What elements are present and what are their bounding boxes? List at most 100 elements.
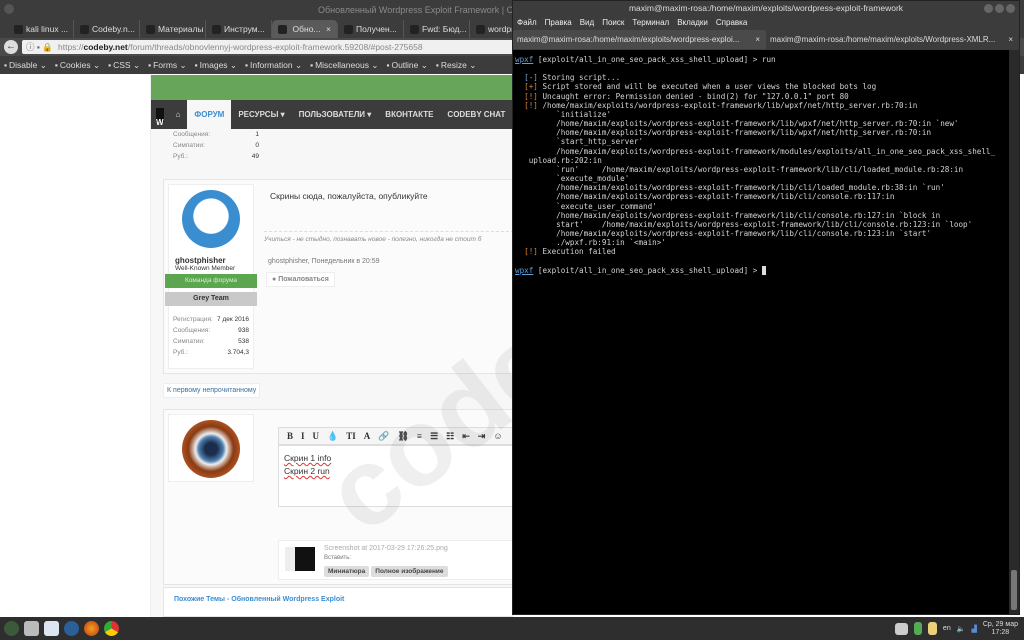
output-line: `initialize' bbox=[515, 110, 1009, 119]
nav-users[interactable]: ПОЛЬЗОВАТЕЛИ ▾ bbox=[292, 100, 379, 129]
signal-icon[interactable]: ▟ bbox=[971, 625, 976, 633]
browser-tab[interactable]: Fwd: Бюд... bbox=[404, 20, 470, 38]
toolbar-menu-css[interactable]: ▪ CSS ⌄ bbox=[108, 60, 140, 71]
terminal-tab[interactable]: maxim@maxim-rosa:/home/maxim/exploits/Wo… bbox=[766, 30, 1019, 49]
output-line: [-] Storing script... bbox=[515, 73, 1009, 82]
similar-threads-title[interactable]: Похожие Темы - Обновленный Wordpress Exp… bbox=[174, 596, 344, 603]
terminal-menu-item[interactable]: Вид bbox=[580, 16, 594, 30]
stat-value: 3.704,3 bbox=[227, 349, 249, 356]
document-icon[interactable] bbox=[44, 621, 59, 636]
nav-resources[interactable]: РЕСУРСЫ ▾ bbox=[231, 100, 291, 129]
output-line: upload.rb:202:in bbox=[515, 156, 1009, 165]
editor-tool-button[interactable]: ☷ bbox=[446, 431, 454, 442]
file-manager-icon[interactable] bbox=[24, 621, 39, 636]
browser-tab[interactable]: Codeby.n... bbox=[74, 20, 140, 38]
toolbar-menu-cookies[interactable]: ▪ Cookies ⌄ bbox=[55, 60, 100, 71]
toolbar-menu-outline[interactable]: ▪ Outline ⌄ bbox=[386, 60, 427, 71]
volume-icon[interactable]: 🔈 bbox=[957, 625, 966, 633]
editor-tool-button[interactable]: ⛓ bbox=[397, 431, 408, 442]
line-text: Script stored and will be executed when … bbox=[537, 82, 877, 92]
maximize-icon[interactable] bbox=[995, 4, 1004, 13]
clock[interactable]: Ср, 29 мар 17:28 bbox=[983, 621, 1018, 637]
minimize-icon[interactable] bbox=[984, 4, 993, 13]
site-logo[interactable]: W bbox=[156, 107, 164, 127]
editor-tool-button[interactable]: 🔗 bbox=[378, 431, 389, 442]
close-tab-icon[interactable]: × bbox=[755, 30, 760, 49]
editor-tool-button[interactable]: B bbox=[287, 431, 293, 441]
editor-tool-button[interactable]: ☰ bbox=[430, 431, 438, 442]
line-text: /home/maxim/exploits/wordpress-exploit-f… bbox=[528, 128, 932, 138]
tab-label: Материалы ... bbox=[158, 24, 205, 34]
window-menu-icon[interactable] bbox=[4, 4, 14, 14]
browser-tab[interactable]: Получен... bbox=[338, 20, 404, 38]
browser-tab[interactable]: Инструм... bbox=[206, 20, 272, 38]
toolbar-menu-disable[interactable]: ▪ Disable ⌄ bbox=[4, 60, 47, 71]
terminal-menu-item[interactable]: Вкладки bbox=[677, 16, 708, 30]
keyboard-icon[interactable] bbox=[894, 622, 908, 635]
report-button[interactable]: ● Пожаловаться bbox=[266, 272, 335, 287]
editor-tool-button[interactable]: I bbox=[301, 431, 305, 441]
editor-tool-button[interactable]: ⇥ bbox=[478, 431, 486, 442]
date: Ср, 29 мар bbox=[982, 620, 1018, 628]
toolbar-item-icon: ▪ bbox=[148, 59, 152, 70]
terminal-menu-item[interactable]: Поиск bbox=[602, 16, 624, 30]
output-line: [!] Execution failed bbox=[515, 247, 1009, 256]
browser-tab[interactable]: kali linux ... bbox=[8, 20, 74, 38]
attachment-thumbnail[interactable] bbox=[285, 547, 315, 571]
browser-tab[interactable]: Обно... × bbox=[272, 20, 338, 38]
toolbar-menu-miscellaneous[interactable]: ▪ Miscellaneous ⌄ bbox=[310, 60, 378, 71]
report-label: Пожаловаться bbox=[278, 276, 329, 283]
clipboard-icon[interactable] bbox=[927, 622, 937, 635]
terminal-menu-item[interactable]: Справка bbox=[716, 16, 747, 30]
network-globe-icon[interactable] bbox=[64, 621, 79, 636]
toolbar-menu-information[interactable]: ▪ Information ⌄ bbox=[245, 60, 302, 71]
back-button[interactable]: ← bbox=[4, 40, 18, 54]
insert-full-image-button[interactable]: Полное изображение bbox=[371, 566, 448, 577]
terminal-menu-item[interactable]: Терминал bbox=[632, 16, 669, 30]
stat-label: Симпатии: bbox=[173, 142, 205, 149]
username[interactable]: ghostphisher bbox=[169, 256, 253, 265]
nav-chat[interactable]: CODEBY CHAT bbox=[440, 100, 512, 129]
update-icon[interactable] bbox=[913, 622, 922, 635]
toolbar-menu-images[interactable]: ▪ Images ⌄ bbox=[195, 60, 237, 71]
firefox-icon[interactable] bbox=[84, 621, 99, 636]
insert-thumbnail-button[interactable]: Миниатюра bbox=[324, 566, 370, 577]
attachment: Screenshot at 2017-03-29 17:26:25.png Вс… bbox=[278, 540, 518, 580]
browser-tab[interactable]: Материалы ... bbox=[140, 20, 206, 38]
prompt-context: [exploit/all_in_one_seo_pack_xss_shell_u… bbox=[533, 265, 762, 275]
ghost-avatar[interactable] bbox=[182, 190, 240, 248]
nav-forum[interactable]: ФОРУМ bbox=[187, 100, 232, 129]
message-editor[interactable]: Скрин 1 info Скрин 2 run bbox=[278, 445, 518, 507]
close-tab-icon[interactable]: × bbox=[326, 20, 331, 38]
stat-value: 0 bbox=[255, 142, 259, 149]
terminal-menu-item[interactable]: Файл bbox=[517, 16, 537, 30]
tab-label: Codeby.n... bbox=[92, 24, 135, 34]
editor-tool-button[interactable]: A bbox=[364, 431, 371, 441]
status-tag: [-] bbox=[524, 73, 538, 83]
scrollbar-thumb[interactable] bbox=[1011, 570, 1017, 610]
terminal-scrollbar[interactable] bbox=[1009, 50, 1019, 614]
editor-tool-button[interactable]: ☺ bbox=[493, 431, 502, 441]
team-badge: Grey Team bbox=[165, 292, 257, 306]
editor-tool-button[interactable]: 💧 bbox=[327, 431, 338, 442]
post-meta[interactable]: ghostphisher, Понедельник в 20:59 bbox=[268, 258, 380, 265]
toolbar-menu-forms[interactable]: ▪ Forms ⌄ bbox=[148, 60, 187, 71]
editor-tool-button[interactable]: TI bbox=[346, 431, 356, 441]
close-tab-icon[interactable]: × bbox=[1008, 30, 1013, 49]
status-tag: [!] bbox=[524, 91, 538, 101]
terminal-tab[interactable]: maxim@maxim-rosa:/home/maxim/exploits/wo… bbox=[513, 30, 766, 49]
editor-tool-button[interactable]: U bbox=[313, 431, 320, 441]
toolbar-menu-resize[interactable]: ▪ Resize ⌄ bbox=[436, 60, 476, 71]
nav-vk[interactable]: ВКОНТАКТЕ bbox=[378, 100, 440, 129]
close-icon[interactable] bbox=[1006, 4, 1015, 13]
terminal-output[interactable]: wpxf [exploit/all_in_one_seo_pack_xss_sh… bbox=[513, 50, 1009, 614]
chrome-icon[interactable] bbox=[104, 621, 119, 636]
start-menu-icon[interactable] bbox=[4, 621, 19, 636]
home-icon[interactable]: ⌂ bbox=[169, 100, 188, 129]
editor-tool-button[interactable]: ≡ bbox=[417, 431, 422, 441]
keyboard-layout[interactable]: en bbox=[943, 625, 951, 632]
editor-tool-button[interactable]: ⇤ bbox=[462, 431, 470, 442]
tab-label: Получен... bbox=[356, 24, 397, 34]
terminal-menu-item[interactable]: Правка bbox=[545, 16, 572, 30]
first-unread-link[interactable]: К первому непрочитанному bbox=[163, 383, 261, 398]
